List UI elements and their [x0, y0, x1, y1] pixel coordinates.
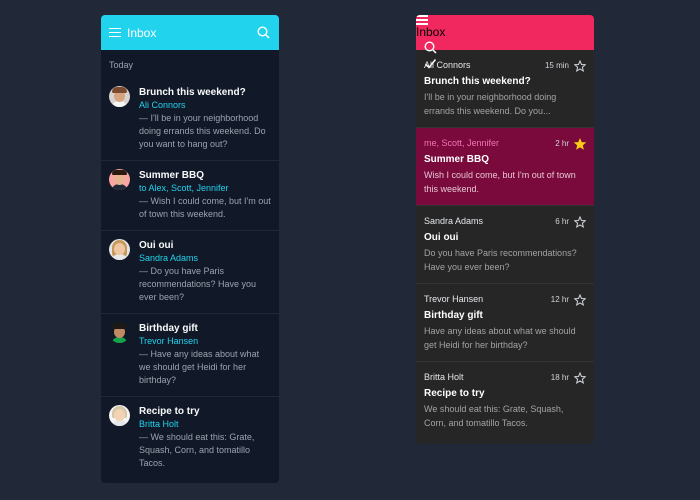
section-label-today: Today	[109, 60, 134, 70]
email-subject: Birthday gift	[139, 323, 198, 334]
app-bar-left: Inbox	[101, 15, 279, 50]
avatar	[109, 169, 130, 190]
email-snippet: — I'll be in your neighborhood doing err…	[139, 113, 266, 149]
app-title: Inbox	[127, 25, 157, 40]
email-subject: Recipe to try	[139, 406, 200, 417]
list-item-selected[interactable]: me, Scott, Jennifer 2 hr Summer BBQ Wish…	[416, 128, 594, 206]
list-item[interactable]: Birthday gift Trevor Hansen — Have any i…	[101, 314, 279, 397]
email-subject: Summer BBQ	[139, 170, 205, 181]
email-snippet: — Wish I could come, but I'm out of town…	[139, 196, 271, 219]
email-sender: Sandra Adams	[424, 216, 484, 226]
avatar	[109, 405, 130, 426]
list-item[interactable]: Sandra Adams 6 hr Oui oui Do you have Pa…	[416, 206, 594, 284]
email-sender: to Alex, Scott, Jennifer	[139, 183, 229, 193]
email-time: 6 hr	[555, 216, 569, 226]
email-sender: Britta Holt	[424, 372, 464, 382]
star-outline-icon[interactable]	[573, 215, 587, 228]
search-icon[interactable]	[255, 25, 271, 41]
star-outline-icon[interactable]	[573, 371, 587, 384]
list-item[interactable]: Recipe to try Britta Holt — We should ea…	[101, 397, 279, 479]
email-snippet: Wish I could come, but I'm out of town t…	[424, 170, 576, 194]
menu-icon[interactable]	[416, 15, 428, 25]
email-sender: Britta Holt	[139, 419, 179, 429]
email-snippet: — Do you have Paris recommendations? Hav…	[139, 266, 257, 302]
email-time: 12 hr	[550, 294, 569, 304]
email-sender: me, Scott, Jennifer	[424, 138, 500, 148]
inbox-panel-right: Inbox Ali Connors 15 min Brunch this wee…	[416, 15, 594, 444]
email-snippet: — We should eat this: Grate, Squash, Cor…	[139, 432, 255, 468]
email-subject: Recipe to try	[424, 388, 485, 399]
list-item[interactable]: Ali Connors 15 min Brunch this weekend? …	[416, 50, 594, 128]
star-outline-icon[interactable]	[573, 59, 587, 72]
inbox-panel-left: Inbox Today Brunch this weekend? Ali Con…	[101, 15, 279, 483]
list-item[interactable]: Oui oui Sandra Adams — Do you have Paris…	[101, 231, 279, 314]
menu-icon[interactable]	[109, 27, 121, 38]
email-subject: Brunch this weekend?	[139, 87, 246, 98]
list-item[interactable]: Brunch this weekend? Ali Connors — I'll …	[101, 78, 279, 161]
email-snippet: Do you have Paris recommendations? Have …	[424, 248, 577, 272]
email-snippet: I'll be in your neighborhood doing erran…	[424, 92, 557, 116]
avatar	[109, 239, 130, 260]
email-subject: Brunch this weekend?	[424, 76, 531, 87]
email-time: 2 hr	[555, 138, 569, 148]
email-sender: Trevor Hansen	[139, 336, 199, 346]
star-outline-icon[interactable]	[573, 293, 587, 306]
email-subject: Summer BBQ	[424, 154, 490, 165]
email-subject: Oui oui	[139, 240, 174, 251]
list-item[interactable]: Britta Holt 18 hr Recipe to try We shoul…	[416, 362, 594, 439]
list-item[interactable]: Summer BBQ to Alex, Scott, Jennifer — Wi…	[101, 161, 279, 231]
avatar	[109, 86, 130, 107]
email-time: 15 min	[544, 60, 569, 70]
email-sender: Trevor Hansen	[424, 294, 484, 304]
avatar	[109, 322, 130, 343]
email-sender: Ali Connors	[139, 100, 186, 110]
email-snippet: We should eat this: Grate, Squash, Corn,…	[424, 404, 564, 428]
list-item[interactable]: Trevor Hansen 12 hr Birthday gift Have a…	[416, 284, 594, 362]
app-title: Inbox	[416, 25, 446, 39]
email-subject: Birthday gift	[424, 310, 483, 321]
star-filled-icon[interactable]	[573, 137, 587, 150]
email-subject: Oui oui	[424, 232, 459, 243]
email-snippet: Have any ideas about what we should get …	[424, 326, 576, 350]
email-time: 18 hr	[550, 372, 569, 382]
email-sender: Sandra Adams	[139, 253, 199, 263]
email-snippet: — Have any ideas about what we should ge…	[139, 349, 260, 385]
app-bar-right: Inbox	[416, 15, 594, 69]
email-sender: Ali Connors	[424, 60, 471, 70]
